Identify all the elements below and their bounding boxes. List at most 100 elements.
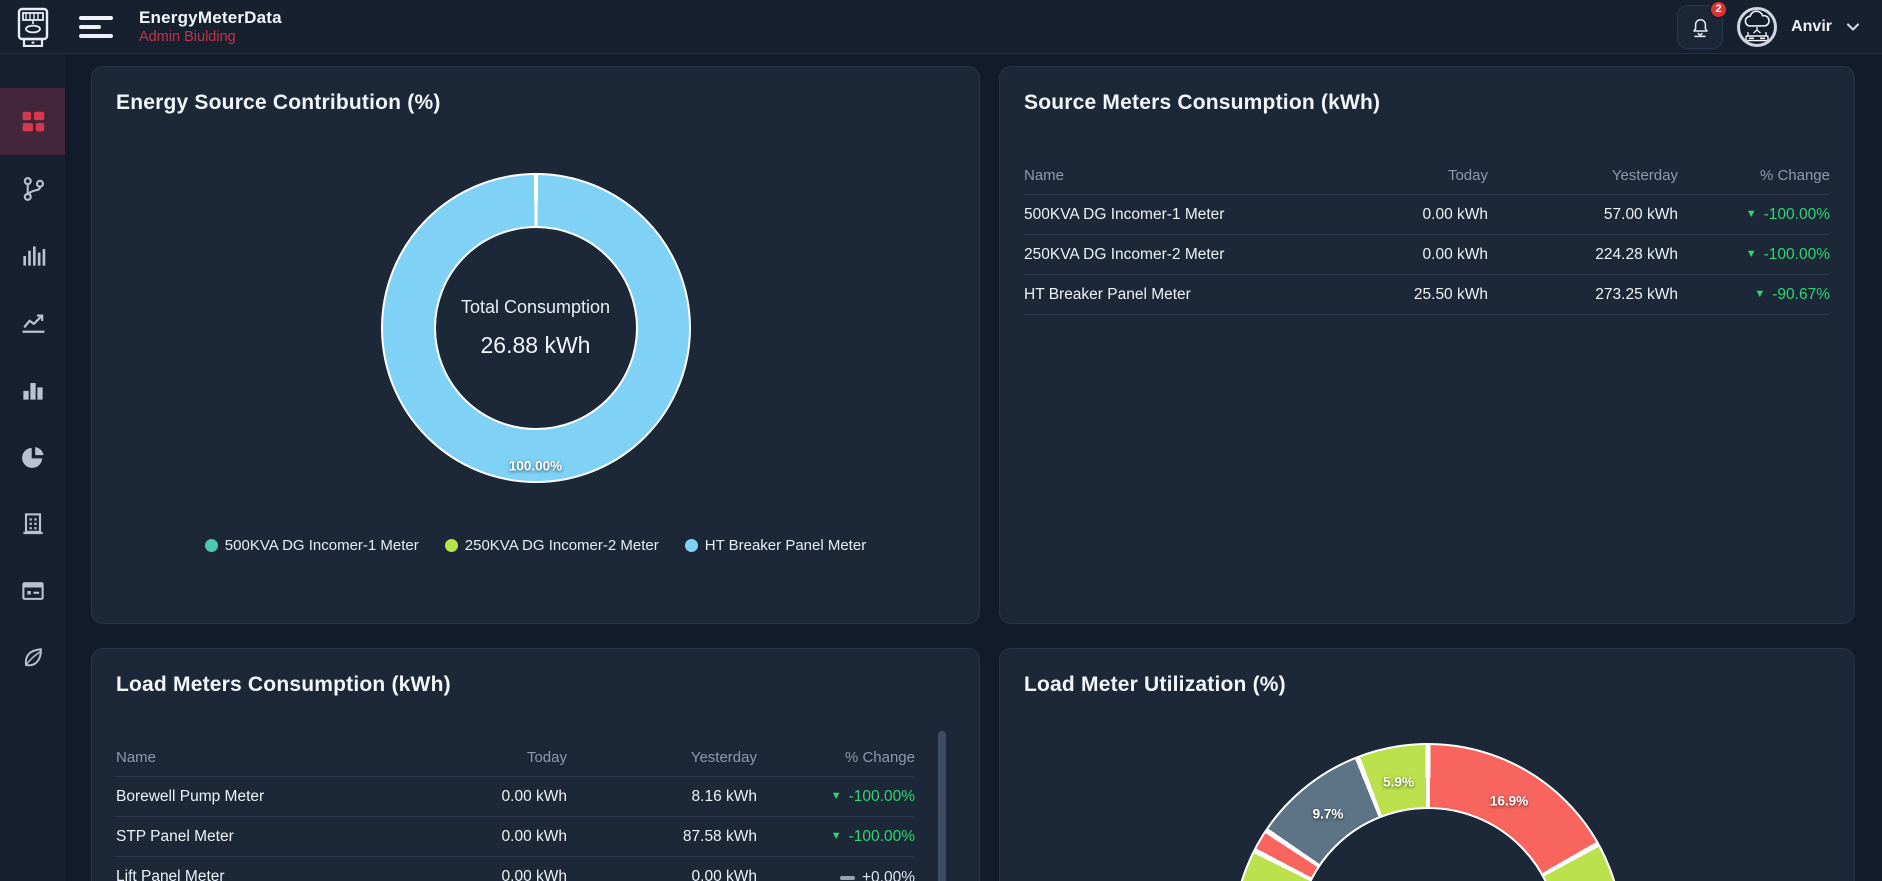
value-cell: 8.16 kWh bbox=[691, 787, 757, 805]
building-subtitle: Admin Biulding bbox=[139, 29, 236, 46]
percent-change-cell: ▼ -90.67% bbox=[1754, 286, 1830, 303]
sidebar-item-archive[interactable] bbox=[0, 557, 65, 624]
column-header: Name bbox=[1024, 167, 1065, 184]
value-cell: 57.00 kWh bbox=[1603, 205, 1678, 223]
line-chart-icon bbox=[22, 314, 44, 333]
triangle-down-icon: ▼ bbox=[1745, 248, 1757, 260]
sidebar-item-sustainability[interactable] bbox=[0, 624, 65, 691]
legend-item[interactable]: 500KVA DG Incomer-1 Meter bbox=[204, 537, 419, 554]
legend-label: HT Breaker Panel Meter bbox=[704, 537, 867, 554]
percent-change-cell: +0.00% bbox=[757, 867, 915, 881]
sidebar-item-distribution[interactable] bbox=[0, 423, 65, 490]
table-row: HT Breaker Panel Meter 25.50 kWh 273.25 kW… bbox=[1024, 275, 1830, 315]
percent-change-cell: ▼ -100.00% bbox=[830, 788, 915, 805]
sidebar-item-trend[interactable] bbox=[0, 289, 65, 356]
slice-data-label: 16.9% bbox=[1489, 793, 1529, 809]
bar-chart-solid-icon bbox=[22, 382, 43, 400]
legend-dot bbox=[684, 539, 698, 552]
legend-label: 250KVA DG Incomer-2 Meter bbox=[464, 537, 659, 554]
building-icon bbox=[22, 512, 43, 534]
dash-flat-icon bbox=[839, 875, 855, 880]
meter-name-cell: Lift Panel Meter bbox=[116, 867, 225, 881]
table-header-row: Name Today Yesterday % Change bbox=[1024, 157, 1830, 195]
avatar[interactable] bbox=[1737, 6, 1778, 47]
column-header: Name bbox=[116, 749, 157, 766]
sidebar-item-building[interactable] bbox=[0, 490, 65, 557]
meter-name-cell: 500KVA DG Incomer-1 Meter bbox=[1024, 205, 1225, 223]
card-title: Energy Source Contribution (%) bbox=[116, 91, 441, 114]
value-cell: 0.00 kWh bbox=[501, 787, 567, 805]
sidebar-item-dashboard[interactable] bbox=[0, 88, 65, 155]
card-title: Load Meters Consumption (kWh) bbox=[116, 673, 451, 696]
sidebar bbox=[0, 54, 65, 881]
column-header: Today bbox=[1447, 167, 1488, 184]
column-header: Yesterday bbox=[1611, 167, 1678, 184]
table-scrollbar[interactable] bbox=[938, 731, 946, 881]
sidebar-item-git-branch[interactable] bbox=[0, 155, 65, 222]
card-load-meter-utilization: Load Meter Utilization (%) 16.9% 9.7% 5.9% bbox=[999, 648, 1855, 881]
card-energy-source-contribution: Energy Source Contribution (%) Total Con… bbox=[91, 66, 980, 624]
value-cell: 273.25 kWh bbox=[1595, 285, 1678, 303]
card-source-meters-consumption: Source Meters Consumption (kWh) Name Toda… bbox=[999, 66, 1855, 624]
notification-count-badge: 2 bbox=[1709, 0, 1729, 19]
topbar: EnergyMeterData Admin Biulding 2 Anvir bbox=[0, 0, 1882, 54]
table-row: Borewell Pump Meter 0.00 kWh 8.16 kWh ▼ -100… bbox=[116, 777, 915, 817]
meter-name-cell: 250KVA DG Incomer-2 Meter bbox=[1024, 245, 1225, 263]
card-load-meters-consumption: Load Meters Consumption (kWh) Name Today Y… bbox=[91, 648, 980, 881]
bar-chart-thin-icon bbox=[22, 245, 45, 266]
chart-legend: 500KVA DG Incomer-1 Meter 250KVA DG Incom… bbox=[92, 537, 979, 554]
value-cell: 0.00 kWh bbox=[1422, 245, 1488, 263]
triangle-down-icon: ▼ bbox=[1745, 208, 1757, 220]
percent-change-cell: ▼ -100.00% bbox=[1745, 246, 1830, 263]
dashboard-grid-icon bbox=[22, 111, 44, 131]
column-header: % Change bbox=[1759, 167, 1830, 184]
percent-change-cell: ▼ -100.00% bbox=[830, 828, 915, 845]
notifications-button[interactable]: 2 bbox=[1677, 0, 1729, 49]
app-logo bbox=[0, 7, 65, 47]
iot-cloud-logo-icon bbox=[1744, 9, 1770, 41]
energy-source-donut-chart[interactable]: Total Consumption 26.88 kWh 100.00% bbox=[380, 173, 691, 483]
legend-item[interactable]: 250KVA DG Incomer-2 Meter bbox=[444, 537, 659, 554]
slice-data-label: 9.7% bbox=[1312, 806, 1344, 822]
sidebar-item-consumption[interactable] bbox=[0, 356, 65, 423]
column-header: % Change bbox=[844, 749, 915, 766]
energy-meter-icon bbox=[17, 7, 48, 47]
table-row: 500KVA DG Incomer-1 Meter 0.00 kWh 57.00 k… bbox=[1024, 195, 1830, 235]
column-header: Today bbox=[526, 749, 567, 766]
legend-dot bbox=[204, 539, 218, 552]
sidebar-item-bar-report[interactable] bbox=[0, 222, 65, 289]
meter-name-cell: Borewell Pump Meter bbox=[116, 787, 265, 805]
triangle-down-icon: ▼ bbox=[1754, 288, 1766, 300]
slice-data-label: 5.9% bbox=[1383, 774, 1414, 790]
percent-change-cell: ▼ -100.00% bbox=[1745, 206, 1830, 223]
dashboard-content: Energy Source Contribution (%) Total Con… bbox=[65, 54, 1882, 881]
app-title: EnergyMeterData bbox=[139, 7, 282, 27]
load-meters-table: Name Today Yesterday % Change Borewell Pump … bbox=[116, 739, 915, 881]
app-screen: EnergyMeterData Admin Biulding 2 Anvir E… bbox=[0, 0, 1882, 881]
value-cell: 0.00 kWh bbox=[1422, 205, 1488, 223]
legend-item[interactable]: HT Breaker Panel Meter bbox=[684, 537, 867, 554]
meter-name-cell: HT Breaker Panel Meter bbox=[1024, 285, 1191, 303]
user-menu-name[interactable]: Anvir bbox=[1791, 18, 1832, 36]
card-title: Load Meter Utilization (%) bbox=[1024, 673, 1286, 696]
menu-toggle-button[interactable] bbox=[65, 7, 125, 47]
legend-label: 500KVA DG Incomer-1 Meter bbox=[224, 537, 419, 554]
table-row: STP Panel Meter 0.00 kWh 87.58 kWh ▼ -100.00… bbox=[116, 817, 915, 857]
git-branch-icon bbox=[23, 176, 44, 201]
value-cell: 25.50 kWh bbox=[1413, 285, 1488, 303]
triangle-down-icon: ▼ bbox=[830, 790, 842, 802]
topbar-right: 2 Anvir bbox=[1677, 0, 1882, 49]
value-cell: 0.00 kWh bbox=[501, 867, 567, 881]
leaf-icon bbox=[24, 647, 42, 666]
chevron-down-icon[interactable] bbox=[1846, 22, 1860, 32]
column-header: Yesterday bbox=[690, 749, 757, 766]
load-utilization-donut-chart[interactable]: 16.9% 9.7% 5.9% bbox=[1232, 743, 1624, 881]
title-block: EnergyMeterData Admin Biulding bbox=[139, 7, 282, 46]
card-title: Source Meters Consumption (kWh) bbox=[1024, 91, 1381, 114]
slice-data-label: 100.00% bbox=[508, 458, 563, 474]
total-consumption-value: 26.88 kWh bbox=[480, 332, 591, 358]
source-meters-table: Name Today Yesterday % Change 500KVA DG Inco… bbox=[1024, 157, 1830, 315]
table-row: 250KVA DG Incomer-2 Meter 0.00 kWh 224.28 … bbox=[1024, 235, 1830, 275]
value-cell: 224.28 kWh bbox=[1595, 245, 1678, 263]
total-consumption-label: Total Consumption bbox=[460, 297, 611, 317]
